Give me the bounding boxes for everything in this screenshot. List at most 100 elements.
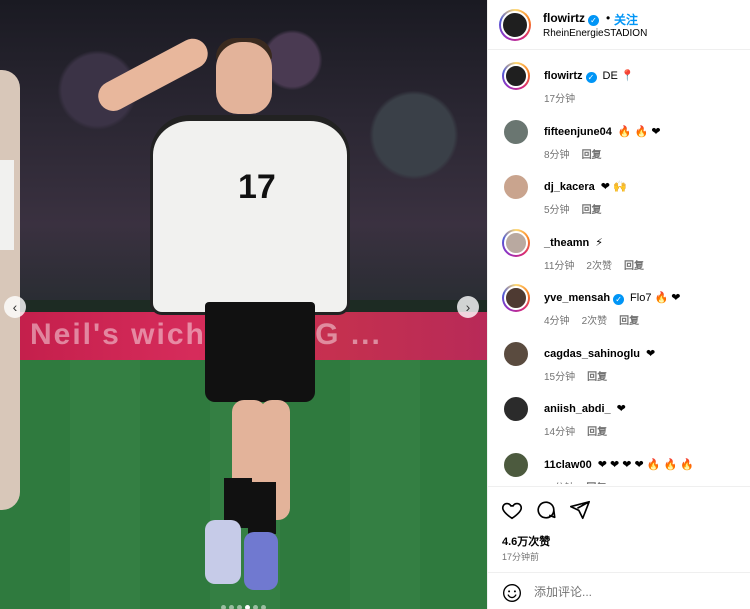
commenter-username-text[interactable]: fifteenjune04	[544, 126, 612, 138]
comment-time: 11分钟	[544, 260, 575, 272]
commenter-username-text[interactable]: _theamn	[544, 237, 589, 249]
post-sidebar: flowirtz ✓ • 关注 RheinEnergieSTADION flowi…	[487, 0, 750, 609]
add-comment-bar	[488, 572, 750, 609]
comment-input[interactable]	[534, 583, 734, 601]
comment-text: ❤	[645, 347, 656, 360]
commenter-username[interactable]: aniish_abdi_ ❤	[544, 402, 626, 415]
comment-text: 🔥 🔥 ❤	[617, 125, 661, 138]
commenter-avatar[interactable]	[502, 450, 530, 479]
comment-time: 15分钟	[544, 371, 576, 383]
commenter-username-text[interactable]: cagdas_sahinoglu	[544, 348, 640, 360]
commenter-username-text[interactable]: flowirtz	[544, 70, 583, 82]
reply-button[interactable]: 回复	[587, 427, 607, 438]
share-icon[interactable]	[569, 499, 591, 521]
reply-button[interactable]: 回复	[582, 150, 602, 161]
carousel-dot[interactable]	[261, 605, 266, 609]
reply-button[interactable]: 回复	[624, 261, 644, 272]
commenter-avatar[interactable]	[502, 62, 530, 90]
post-header: flowirtz ✓ • 关注 RheinEnergieSTADION	[488, 0, 750, 50]
comment-meta: 17分钟	[544, 90, 587, 105]
commenter-username-text[interactable]: 11claw00	[544, 459, 592, 471]
comment-meta: 8分钟 回复	[544, 146, 614, 161]
commenter-username-text[interactable]: dj_kacera	[544, 181, 595, 193]
comment-like-count[interactable]: 2次赞	[582, 316, 608, 327]
commenter-username[interactable]: yve_mensah ✓ Flo7 🔥 ❤	[544, 291, 680, 305]
comment-text: ⚡	[595, 236, 603, 249]
comment-time: 11分钟	[544, 483, 574, 485]
commenter-avatar[interactable]	[502, 284, 530, 312]
like-count[interactable]: 4.6万次赞	[502, 533, 550, 549]
jersey-number: 17	[238, 168, 276, 206]
comment-meta: 11分钟 回复	[544, 479, 618, 485]
verified-badge-icon: ✓	[588, 15, 599, 26]
heart-icon[interactable]	[501, 499, 523, 521]
carousel-dot[interactable]	[245, 605, 250, 609]
post-location[interactable]: RheinEnergieSTADION	[543, 28, 647, 39]
commenter-username-text[interactable]: aniish_abdi_	[544, 403, 611, 415]
follow-button[interactable]: 关注	[614, 11, 638, 28]
comment-item[interactable]: flowirtz ✓ DE 📍 17分钟	[488, 58, 750, 108]
teammate-figure	[0, 70, 20, 510]
teammate-shirt	[0, 160, 14, 250]
author-username[interactable]: flowirtz ✓	[543, 11, 599, 26]
comment-text: ❤	[616, 403, 626, 415]
commenter-username[interactable]: 11claw00 ❤ ❤ ❤ ❤ 🔥 🔥 🔥	[544, 458, 694, 471]
comment-meta: 14分钟 回复	[544, 423, 619, 438]
comment-text: ❤ ❤ ❤ ❤ 🔥 🔥 🔥	[597, 458, 695, 471]
comment-text: Flo7 🔥 ❤	[630, 292, 681, 304]
player-head	[216, 42, 272, 114]
comments-list[interactable]: flowirtz ✓ DE 📍 17分钟 fifteenjune04 🔥 🔥 ❤ 8分钟 回复…	[488, 58, 750, 484]
post-media[interactable]: Neil's wichtig Eff G ... 17 ‹ ›	[0, 0, 487, 609]
reply-button[interactable]: 回复	[587, 372, 607, 383]
comment-icon[interactable]	[535, 499, 557, 521]
action-bar: 4.6万次赞 17分钟前	[488, 486, 750, 568]
carousel-prev-button[interactable]: ‹	[4, 296, 26, 318]
commenter-username[interactable]: flowirtz ✓ DE 📍	[544, 69, 635, 83]
carousel-dots	[0, 597, 487, 609]
commenter-username[interactable]: fifteenjune04 🔥 🔥 ❤	[544, 125, 661, 138]
comment-text: ❤ 🙌	[600, 181, 627, 193]
author-username-text[interactable]: flowirtz	[543, 11, 585, 25]
carousel-dot[interactable]	[229, 605, 234, 609]
verified-badge-icon: ✓	[585, 72, 597, 83]
comment-time: 14分钟	[544, 427, 576, 438]
commenter-username[interactable]: dj_kacera ❤ 🙌	[544, 180, 627, 193]
player-shirt	[150, 115, 350, 315]
comment-item[interactable]: _theamn ⚡ 11分钟 2次赞 回复	[488, 225, 750, 275]
commenter-avatar[interactable]	[502, 117, 530, 146]
comment-item[interactable]: aniish_abdi_ ❤ 14分钟 回复	[488, 391, 750, 441]
comment-text: DE 📍	[602, 70, 635, 82]
comment-item[interactable]: dj_kacera ❤ 🙌 5分钟 回复	[488, 169, 750, 219]
commenter-avatar[interactable]	[502, 173, 530, 201]
comment-item[interactable]: cagdas_sahinoglu ❤ 15分钟 回复	[488, 336, 750, 386]
reply-button[interactable]: 回复	[586, 483, 606, 485]
verified-badge-icon: ✓	[613, 294, 625, 305]
comment-like-count[interactable]: 2次赞	[586, 261, 612, 272]
comment-time: 4分钟	[544, 316, 570, 327]
reply-button[interactable]: 回复	[582, 205, 602, 216]
player-boot-left	[205, 520, 241, 584]
comment-time: 17分钟	[544, 94, 576, 105]
reply-button[interactable]: 回复	[619, 316, 639, 327]
carousel-next-button[interactable]: ›	[457, 296, 479, 318]
comment-meta: 5分钟 回复	[544, 201, 614, 216]
commenter-avatar[interactable]	[502, 228, 530, 257]
commenter-username-text[interactable]: yve_mensah	[544, 292, 610, 304]
comment-item[interactable]: yve_mensah ✓ Flo7 🔥 ❤ 4分钟 2次赞 回复	[488, 280, 750, 330]
carousel-dot[interactable]	[221, 605, 226, 609]
carousel-dot[interactable]	[253, 605, 258, 609]
commenter-avatar[interactable]	[502, 395, 530, 423]
commenter-username[interactable]: _theamn ⚡	[544, 236, 603, 249]
comment-item[interactable]: fifteenjune04 🔥 🔥 ❤ 8分钟 回复	[488, 114, 750, 164]
emoji-icon[interactable]	[502, 583, 522, 603]
author-avatar[interactable]	[499, 9, 531, 41]
commenter-avatar[interactable]	[502, 339, 530, 368]
player-shorts	[205, 302, 315, 402]
comment-meta: 15分钟 回复	[544, 368, 619, 383]
commenter-username[interactable]: cagdas_sahinoglu ❤	[544, 347, 655, 360]
player-sock-right	[248, 482, 276, 534]
comment-meta: 4分钟 2次赞 回复	[544, 312, 651, 327]
comment-time: 5分钟	[544, 205, 570, 216]
comment-item[interactable]: 11claw00 ❤ ❤ ❤ ❤ 🔥 🔥 🔥 11分钟 回复	[488, 447, 750, 485]
carousel-dot[interactable]	[237, 605, 242, 609]
